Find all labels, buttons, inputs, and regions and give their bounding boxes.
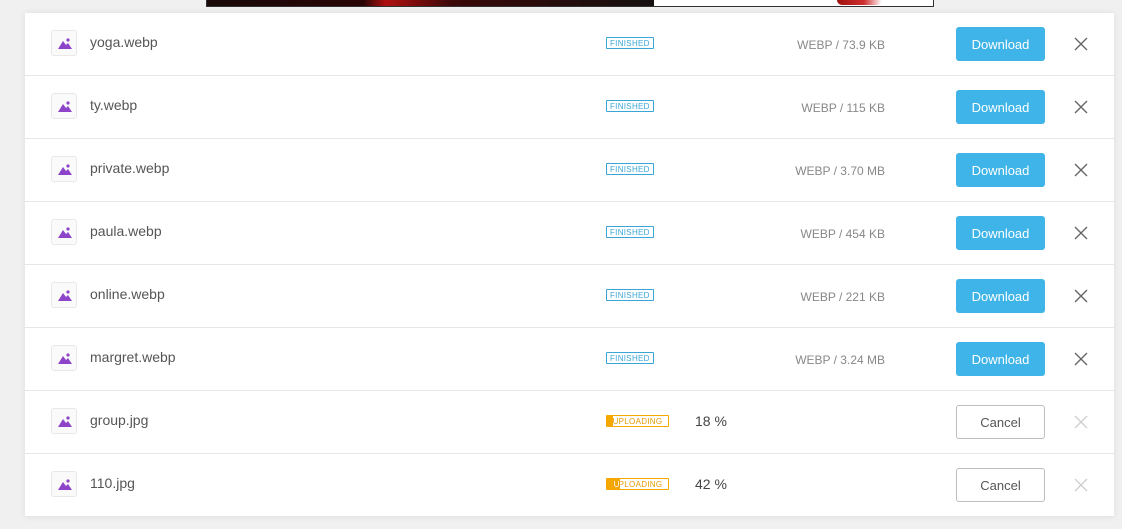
file-row: online.webp FINISHED WEBP / 221 KB Download xyxy=(25,265,1114,328)
download-button[interactable]: Download xyxy=(956,216,1045,250)
status-badge: UPLOADING UPLOADING xyxy=(606,415,669,427)
file-list: yoga.webp FINISHED WEBP / 73.9 KB Download t… xyxy=(25,13,1114,517)
top-banner-image xyxy=(206,0,934,7)
status-badge: FINISHED xyxy=(606,37,654,49)
file-row: 110.jpg UPLOADING UPLOADING 42 % Cancel xyxy=(25,454,1114,517)
image-icon xyxy=(51,282,77,308)
download-button[interactable]: Download xyxy=(956,279,1045,313)
file-row: group.jpg UPLOADING UPLOADING 18 % Cancel xyxy=(25,391,1114,454)
file-info: WEBP / 3.24 MB xyxy=(795,353,885,367)
close-icon[interactable] xyxy=(1074,37,1088,51)
banner-dark-region xyxy=(207,0,654,6)
status-badge: FINISHED xyxy=(606,289,654,301)
image-icon xyxy=(51,408,77,434)
file-row: margret.webp FINISHED WEBP / 3.24 MB Downlo… xyxy=(25,328,1114,391)
close-icon[interactable] xyxy=(1074,352,1088,366)
file-name: margret.webp xyxy=(90,349,176,365)
close-icon[interactable] xyxy=(1074,100,1088,114)
image-icon xyxy=(51,345,77,371)
file-info: WEBP / 115 KB xyxy=(801,101,885,115)
download-button[interactable]: Download xyxy=(956,27,1045,61)
image-icon xyxy=(51,93,77,119)
download-button[interactable]: Download xyxy=(956,342,1045,376)
download-button[interactable]: Download xyxy=(956,90,1045,124)
image-icon xyxy=(51,219,77,245)
banner-red-mark xyxy=(837,0,882,5)
close-icon[interactable] xyxy=(1074,163,1088,177)
file-info: WEBP / 73.9 KB xyxy=(797,38,885,52)
image-icon xyxy=(51,156,77,182)
close-icon xyxy=(1074,478,1088,492)
file-row: private.webp FINISHED WEBP / 3.70 MB Downlo… xyxy=(25,139,1114,202)
file-row: paula.webp FINISHED WEBP / 454 KB Download xyxy=(25,202,1114,265)
status-label: UPLOADING xyxy=(612,417,663,426)
file-row: ty.webp FINISHED WEBP / 115 KB Download xyxy=(25,76,1114,139)
file-name: yoga.webp xyxy=(90,34,158,50)
close-icon[interactable] xyxy=(1074,289,1088,303)
file-name: group.jpg xyxy=(90,412,149,428)
status-badge: FINISHED xyxy=(606,352,654,364)
file-name: online.webp xyxy=(90,286,165,302)
cancel-button[interactable]: Cancel xyxy=(956,405,1045,439)
cancel-button[interactable]: Cancel xyxy=(956,468,1045,502)
file-name: 110.jpg xyxy=(90,475,135,491)
upload-percent: 18 % xyxy=(695,413,727,429)
file-name: ty.webp xyxy=(90,97,138,113)
status-badge: FINISHED xyxy=(606,100,654,112)
file-row: yoga.webp FINISHED WEBP / 73.9 KB Download xyxy=(25,13,1114,76)
close-icon xyxy=(1074,415,1088,429)
file-info: WEBP / 3.70 MB xyxy=(795,164,885,178)
file-name: paula.webp xyxy=(90,223,162,239)
image-icon xyxy=(51,471,77,497)
upload-percent: 42 % xyxy=(695,476,727,492)
status-badge: UPLOADING UPLOADING xyxy=(606,478,669,490)
close-icon[interactable] xyxy=(1074,226,1088,240)
file-name: private.webp xyxy=(90,160,170,176)
image-icon xyxy=(51,30,77,56)
file-info: WEBP / 454 KB xyxy=(800,227,886,241)
status-badge: FINISHED xyxy=(606,163,654,175)
download-button[interactable]: Download xyxy=(956,153,1045,187)
status-badge: FINISHED xyxy=(606,226,654,238)
file-info: WEBP / 221 KB xyxy=(800,290,886,304)
